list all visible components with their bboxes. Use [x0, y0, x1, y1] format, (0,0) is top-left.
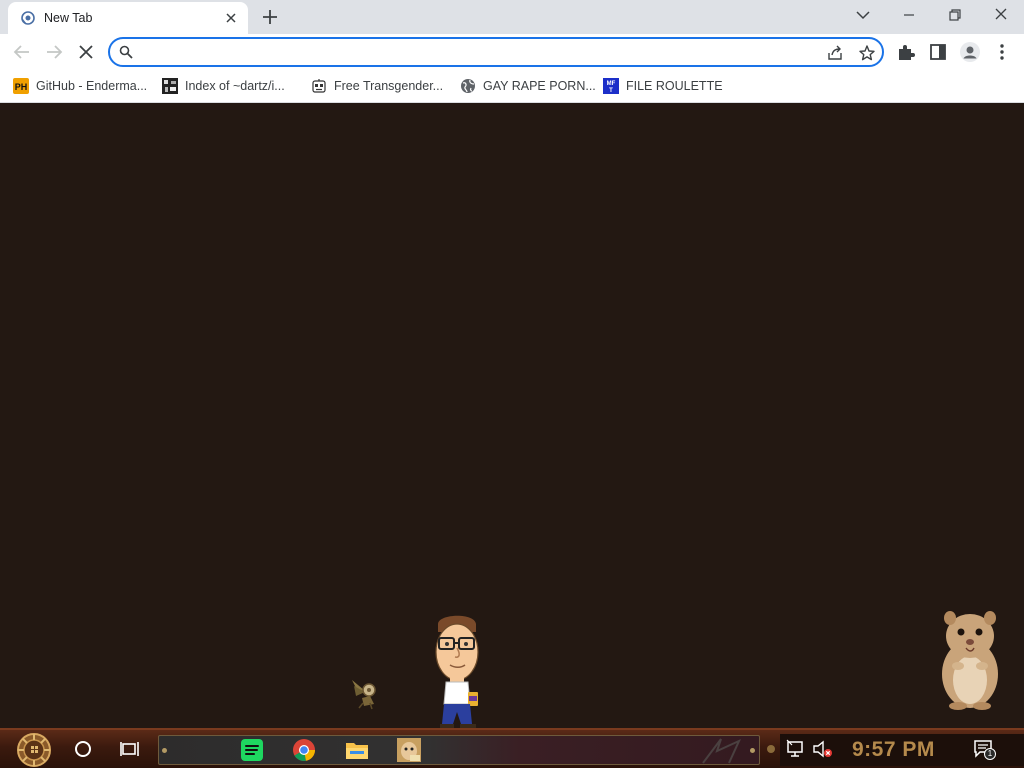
bookmark-item[interactable]: GAY RAPE PORN... [460, 76, 596, 96]
svg-text:T: T [609, 88, 613, 94]
chrome-icon[interactable] [291, 737, 317, 763]
bookmark-label: FILE ROULETTE [626, 79, 723, 93]
winged-gear-sprite-icon [352, 680, 376, 710]
tab-new-tab[interactable]: New Tab [8, 2, 248, 34]
page-content [0, 104, 1024, 729]
search-icon [119, 45, 133, 59]
network-icon[interactable] [786, 739, 806, 759]
chrome-newtab-favicon-icon [21, 11, 35, 25]
notification-count-badge: 1 [984, 748, 996, 760]
address-bar[interactable] [108, 37, 884, 67]
globe-icon [461, 79, 475, 93]
forward-arrow-icon[interactable] [42, 40, 66, 64]
mft-logo-icon: MF T [603, 78, 619, 94]
tab-close-icon[interactable] [223, 10, 239, 26]
ph-logo-icon: PH [13, 78, 29, 94]
minimize-icon[interactable] [897, 4, 921, 26]
bookmark-item[interactable]: PH GitHub - Enderma... [13, 76, 147, 96]
hamster-sprite-icon [942, 611, 998, 710]
taskbar-apps-panel [158, 735, 760, 765]
bookmarks-bar: PH GitHub - Enderma... Index of ~dartz/i… [0, 70, 1024, 103]
start-menu-button-icon[interactable] [10, 732, 58, 768]
volume-muted-icon[interactable] [812, 739, 834, 759]
bookmark-label: Free Transgender... [334, 79, 444, 93]
spotify-icon[interactable] [239, 737, 265, 763]
svg-text:PH: PH [15, 82, 28, 92]
extensions-puzzle-icon[interactable] [894, 40, 918, 64]
stop-loading-icon[interactable] [74, 40, 98, 64]
panel-rivet [750, 748, 755, 753]
close-window-icon[interactable] [989, 4, 1013, 26]
address-input[interactable] [142, 42, 802, 62]
bookmark-item[interactable]: Free Transgender... [311, 76, 443, 96]
bookmark-star-icon[interactable] [858, 44, 876, 62]
tab-title: New Tab [44, 11, 93, 25]
cartoon-man-sprite-icon [435, 615, 479, 729]
bookmark-item[interactable]: MF T FILE ROULETTE [603, 76, 723, 96]
cortana-search-icon[interactable] [70, 736, 96, 762]
share-icon[interactable] [826, 44, 844, 62]
tab-search-chevron-icon[interactable] [851, 4, 875, 26]
new-tab-icon[interactable] [258, 6, 282, 28]
notification-center-button[interactable]: 1 [972, 737, 996, 761]
restore-icon[interactable] [943, 4, 967, 26]
file-explorer-icon[interactable] [344, 737, 370, 763]
side-panel-icon[interactable] [926, 40, 950, 64]
svg-text:MF: MF [607, 81, 616, 87]
back-arrow-icon[interactable] [10, 40, 34, 64]
bookmark-label: GitHub - Enderma... [36, 79, 148, 93]
more-menu-icon[interactable] [990, 40, 1014, 64]
decorative-lightning-icon [702, 738, 742, 764]
robot-face-icon [312, 79, 326, 93]
browser-toolbar [0, 34, 1024, 70]
pixel-site-icon [162, 78, 178, 94]
taskbar: 9:57 PM 1 [0, 728, 1024, 768]
tray-overflow-gear-icon[interactable] [766, 744, 776, 754]
profile-avatar-icon[interactable] [958, 40, 982, 64]
bookmark-label: Index of ~dartz/i... [185, 79, 285, 93]
hamster-app-icon[interactable] [396, 737, 422, 763]
tab-strip: New Tab [0, 0, 1024, 34]
task-view-icon[interactable] [118, 736, 144, 762]
panel-rivet [162, 748, 167, 753]
bookmark-label: GAY RAPE PORN... [483, 79, 596, 93]
taskbar-clock[interactable]: 9:57 PM [852, 738, 935, 762]
bookmark-item[interactable]: Index of ~dartz/i... [162, 76, 285, 96]
